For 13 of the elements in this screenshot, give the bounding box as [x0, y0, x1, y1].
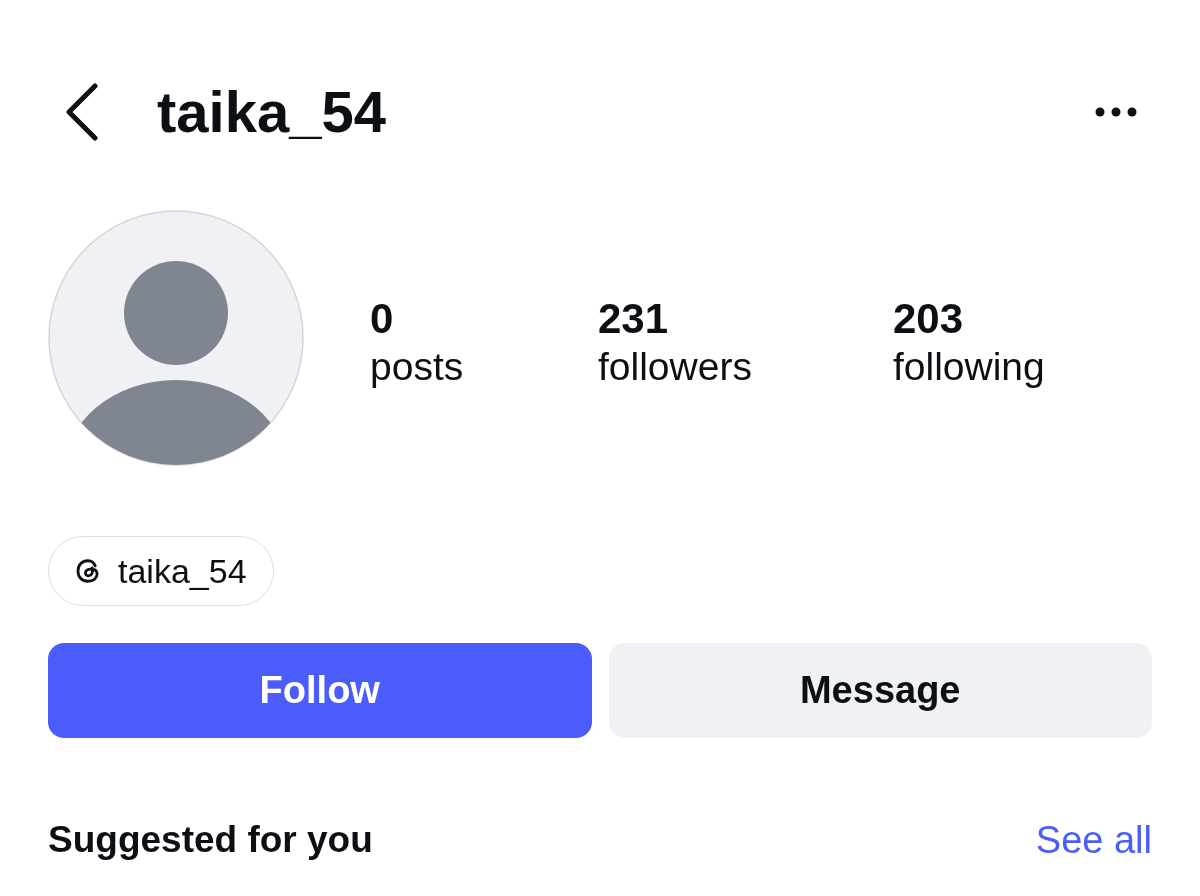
profile-username: taika_54 [157, 78, 386, 146]
stat-label: following [893, 344, 1045, 390]
stat-label: posts [370, 344, 464, 390]
back-icon[interactable] [65, 83, 99, 141]
message-button[interactable]: Message [608, 643, 1152, 738]
stat-label: followers [598, 344, 752, 390]
stat-count: 231 [598, 294, 669, 344]
see-all-link[interactable]: See all [1035, 818, 1152, 862]
follow-button[interactable]: Follow [48, 643, 592, 738]
more-icon[interactable] [1095, 107, 1137, 117]
section-title: Suggested for you [48, 818, 373, 862]
stat-count: 203 [893, 294, 964, 344]
stat-count: 0 [370, 294, 394, 344]
